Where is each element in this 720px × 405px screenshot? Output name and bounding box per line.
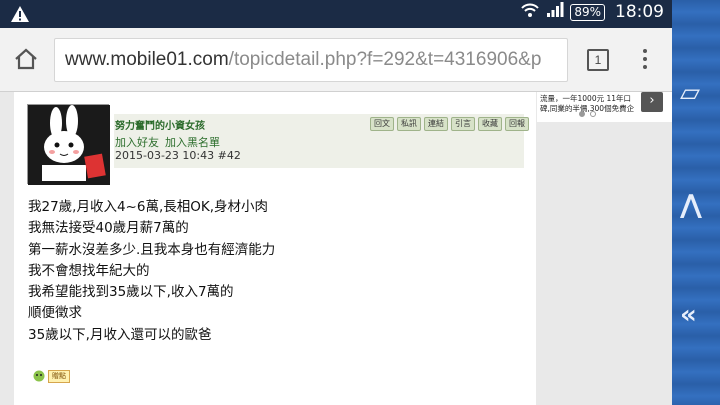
decoration-shape-icon: «: [680, 300, 697, 330]
ad-banner[interactable]: 流量，一年1000元 11年口 碑,同業的半價,300個免費企 ›: [537, 92, 672, 122]
avatar[interactable]: [27, 104, 110, 185]
link-button[interactable]: 連結: [424, 117, 448, 131]
post-floor: #42: [217, 149, 241, 162]
clock: 18:09: [615, 2, 664, 22]
post-meta: 2015-03-23 10:43 #42: [115, 149, 241, 162]
author-name[interactable]: 努力奮鬥的小資女孩: [115, 117, 205, 132]
post-line: 順便徵求: [28, 305, 82, 322]
decoration-shape-icon: ⋀: [680, 190, 702, 220]
bookmark-button[interactable]: 收藏: [478, 117, 502, 131]
carousel-dot[interactable]: [590, 111, 596, 117]
post-line: 我27歲,月收入4~6萬,長相OK,身材小肉: [28, 199, 269, 215]
carousel-dot-active[interactable]: [579, 111, 585, 117]
forum-post: 努力奮鬥的小資女孩 加入好友 加入黑名單 2015-03-23 10:43 #4…: [14, 92, 536, 405]
reply-button[interactable]: 回文: [370, 117, 394, 131]
url-bar[interactable]: www.mobile01.com/topicdetail.php?f=292&t…: [54, 38, 568, 82]
add-blacklist-link[interactable]: 加入黑名單: [165, 134, 220, 150]
web-page: 努力奮鬥的小資女孩 加入好友 加入黑名單 2015-03-23 10:43 #4…: [0, 92, 672, 405]
post-line: 35歲以下,月收入還可以的歐爸: [28, 326, 212, 343]
reward-area[interactable]: 贈點: [32, 367, 70, 386]
post-line: 我無法接受40歲月薪7萬的: [28, 220, 189, 237]
add-friend-link[interactable]: 加入好友: [115, 134, 159, 150]
ad-next-button[interactable]: ›: [641, 92, 663, 112]
overflow-menu-icon[interactable]: [643, 49, 649, 73]
post-line: 我不會想找年紀大的: [28, 262, 150, 279]
decoration-shape-icon: ▱: [680, 78, 700, 108]
author-links: 加入好友 加入黑名單: [115, 134, 220, 150]
url-host: www.mobile01.com: [65, 49, 229, 70]
status-bar: 89% 18:09: [0, 0, 672, 28]
post-actions: 回文 私訊 連結 引言 收藏 回報: [370, 117, 529, 131]
ad-line: 流量，一年1000元 11年口: [540, 94, 632, 103]
report-button[interactable]: 回報: [505, 117, 529, 131]
url-path: /topicdetail.php?f=292&t=4316906&p: [228, 49, 542, 70]
ad-panel: 流量，一年1000元 11年口 碑,同業的半價,300個免費企 ›: [537, 92, 672, 405]
signal-icon: [546, 2, 564, 22]
private-message-button[interactable]: 私訊: [397, 117, 421, 131]
quote-button[interactable]: 引言: [451, 117, 475, 131]
post-line: 第一薪水沒差多少.且我本身也有經濟能力: [28, 241, 276, 258]
post-line: 我希望能找到35歲以下,收入7萬的: [28, 284, 234, 301]
side-decoration: ▱ ⋀ «: [672, 0, 720, 405]
post-datetime: 2015-03-23 10:43: [115, 149, 215, 162]
wifi-icon: [520, 2, 540, 22]
home-icon[interactable]: [14, 48, 38, 74]
battery-indicator: 89%: [570, 3, 605, 21]
browser-toolbar: www.mobile01.com/topicdetail.php?f=292&t…: [0, 28, 672, 92]
reward-button[interactable]: 贈點: [48, 370, 70, 383]
tabs-button[interactable]: 1: [587, 49, 609, 71]
reward-icon: [32, 367, 46, 386]
carousel-dots: [579, 111, 596, 117]
warning-icon: [10, 5, 30, 27]
post-body: 我27歲,月收入4~6萬,長相OK,身材小肉 我無法接受40歲月薪7萬的 第一薪…: [28, 197, 275, 346]
